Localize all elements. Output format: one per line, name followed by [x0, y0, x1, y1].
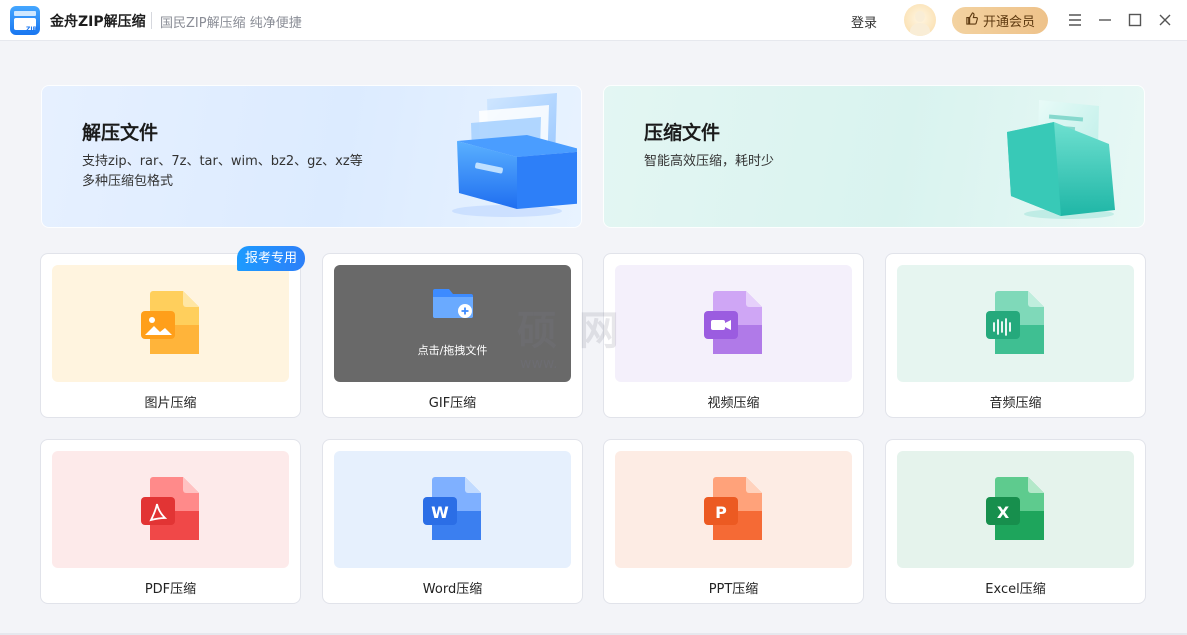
word-compress-label: Word压缩 [422, 582, 483, 597]
minimize-icon[interactable] [1095, 10, 1115, 30]
ppt-compress-label: PPT压缩 [708, 582, 759, 597]
ppt-compress-card[interactable]: P PPT压缩 [603, 439, 864, 604]
maximize-icon[interactable] [1125, 10, 1145, 30]
video-compress-card[interactable]: 视频压缩 [603, 253, 864, 418]
image-file-icon [139, 289, 203, 359]
word-compress-card[interactable]: W Word压缩 [322, 439, 583, 604]
extract-files-banner[interactable]: 解压文件 支持zip、rar、7z、tar、wim、bz2、gz、xz等 多种压… [41, 85, 582, 228]
pdf-file-icon [139, 475, 203, 545]
ppt-file-icon: P [702, 475, 766, 545]
svg-text:W: W [431, 503, 449, 522]
excel-compress-thumb: X [897, 451, 1134, 568]
image-compress-thumb [52, 265, 289, 382]
compress-description: 智能高效压缩，耗时少 [644, 154, 775, 169]
add-folder-icon [431, 285, 475, 325]
svg-text:X: X [996, 503, 1009, 522]
vip-button[interactable]: 开通会员 [952, 7, 1048, 34]
thumbs-up-icon [965, 12, 978, 29]
image-compress-label: 图片压缩 [144, 396, 197, 411]
video-compress-thumb [615, 265, 852, 382]
video-compress-label: 视频压缩 [707, 396, 760, 411]
word-file-icon: W [421, 475, 485, 545]
menu-icon[interactable] [1065, 10, 1085, 30]
avatar[interactable] [904, 4, 936, 36]
word-compress-thumb: W [334, 451, 571, 568]
pdf-compress-card[interactable]: PDF压缩 [40, 439, 301, 604]
title-divider [151, 12, 152, 29]
pdf-compress-label: PDF压缩 [144, 582, 197, 597]
pdf-compress-thumb [52, 451, 289, 568]
excel-file-icon: X [984, 475, 1048, 545]
compress-title: 压缩文件 [644, 122, 721, 144]
app-name: 金舟ZIP解压缩 [50, 14, 146, 30]
login-link[interactable]: 登录 [851, 12, 877, 31]
close-icon[interactable] [1155, 10, 1175, 30]
app-logo-icon: ZIP [10, 6, 40, 35]
file-drawer-icon [452, 93, 577, 217]
gif-compress-label: GIF压缩 [428, 396, 477, 411]
excel-compress-label: Excel压缩 [985, 582, 1046, 597]
audio-compress-thumb [897, 265, 1134, 382]
compress-files-banner[interactable]: 压缩文件 智能高效压缩，耗时少 [603, 85, 1145, 228]
audio-compress-label: 音频压缩 [989, 396, 1042, 411]
vip-button-label: 开通会员 [982, 15, 1035, 30]
extract-description: 支持zip、rar、7z、tar、wim、bz2、gz、xz等 多种压缩包格式 [82, 154, 363, 189]
watermark: 硕 网 [517, 308, 623, 354]
compress-folder-icon [1007, 100, 1115, 219]
exam-badge: 报考专用 [237, 246, 306, 271]
svg-text:P: P [715, 503, 727, 522]
audio-compress-card[interactable]: 音频压缩 [885, 253, 1146, 418]
app-slogan: 国民ZIP解压缩 纯净便捷 [160, 16, 302, 31]
title-bar: ZIP 金舟ZIP解压缩 国民ZIP解压缩 纯净便捷 登录 开通会员 [0, 0, 1187, 41]
extract-title: 解压文件 [82, 122, 159, 144]
watermark-url: www. [520, 356, 558, 372]
audio-file-icon [984, 289, 1048, 359]
excel-compress-card[interactable]: X Excel压缩 [885, 439, 1146, 604]
video-file-icon [702, 289, 766, 359]
image-compress-card[interactable]: 图片压缩 [40, 253, 301, 418]
ppt-compress-thumb: P [615, 451, 852, 568]
